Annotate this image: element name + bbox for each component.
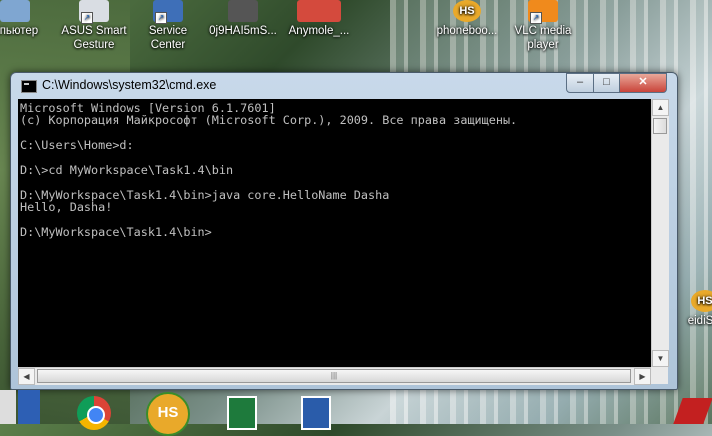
- desktop-icon-label: phoneboo...: [436, 25, 498, 37]
- shortcut-arrow-icon: ↗: [81, 12, 93, 24]
- scroll-right-icon[interactable]: ▶: [634, 368, 651, 385]
- scroll-up-icon[interactable]: ▲: [652, 99, 669, 116]
- desktop-icon-computer[interactable]: мпьютер: [0, 0, 52, 38]
- shortcut-arrow-icon: ↗: [530, 12, 542, 24]
- window-titlebar[interactable]: C:\Windows\system32\cmd.exe – □ ✕: [11, 73, 677, 97]
- horizontal-scrollbar[interactable]: ◀ ||| ▶: [18, 367, 651, 385]
- cmd-icon: [21, 80, 37, 93]
- scroll-left-icon[interactable]: ◀: [18, 368, 35, 385]
- vertical-scrollbar[interactable]: ▲ ▼: [651, 99, 669, 367]
- heidisql-badge: HS: [146, 392, 190, 436]
- minimize-button[interactable]: –: [566, 73, 594, 93]
- scroll-down-icon[interactable]: ▼: [652, 350, 669, 367]
- desktop-icon-phonebook[interactable]: HS phoneboo...: [430, 0, 504, 38]
- desktop-icon-label: мпьютер: [0, 25, 39, 37]
- desktop-icon-label: Anymole_...: [288, 25, 350, 37]
- desktop-icon-vlc[interactable]: ↗ VLC media player: [506, 0, 580, 52]
- desktop-icon-label: Service Center: [148, 25, 188, 51]
- maximize-button[interactable]: □: [593, 73, 620, 93]
- desktop-icon-anymole[interactable]: Anymole_...: [282, 0, 356, 38]
- app-icon[interactable]: [18, 390, 40, 424]
- heidisql-icon[interactable]: HS: [146, 390, 190, 436]
- shield-icon: ↗: [153, 0, 183, 24]
- desktop-icon-service-center[interactable]: ↗ Service Center: [131, 0, 205, 52]
- heidisql-icon: HS: [691, 290, 712, 312]
- shortcut-arrow-icon: ↗: [155, 12, 167, 24]
- taskbar-edge: [0, 390, 16, 424]
- resize-grip[interactable]: [651, 367, 668, 384]
- chrome-icon[interactable]: [72, 390, 116, 430]
- window-title: C:\Windows\system32\cmd.exe: [42, 78, 217, 92]
- desktop-icon-asus[interactable]: ↗ ASUS Smart Gesture: [57, 0, 131, 52]
- asus-gesture-icon: ↗: [79, 0, 109, 24]
- desktop-icon-label: VLC media player: [514, 25, 572, 51]
- excel-icon[interactable]: [222, 390, 262, 430]
- word-icon[interactable]: [296, 390, 336, 430]
- console-output[interactable]: Microsoft Windows [Version 6.1.7601] (c)…: [18, 99, 651, 367]
- desktop-icon-label: ASUS Smart Gesture: [61, 25, 127, 51]
- console-text[interactable]: Microsoft Windows [Version 6.1.7601] (c)…: [18, 99, 651, 241]
- vertical-scroll-thumb[interactable]: [653, 118, 667, 134]
- desktop-icon-file[interactable]: 0j9HAI5mS...: [206, 0, 280, 38]
- vlc-cone-icon: ↗: [528, 0, 558, 24]
- file-icon: [228, 0, 258, 22]
- anymole-icon: [297, 0, 341, 22]
- horizontal-scroll-thumb[interactable]: |||: [37, 369, 631, 383]
- close-button[interactable]: ✕: [619, 73, 667, 93]
- computer-icon: [0, 0, 30, 22]
- heidisql-icon: HS: [453, 0, 481, 22]
- app-arrow-icon[interactable]: [673, 390, 712, 424]
- cmd-window[interactable]: C:\Windows\system32\cmd.exe – □ ✕ Micros…: [10, 72, 678, 390]
- desktop-icon-label: 0j9HAI5mS...: [209, 25, 277, 37]
